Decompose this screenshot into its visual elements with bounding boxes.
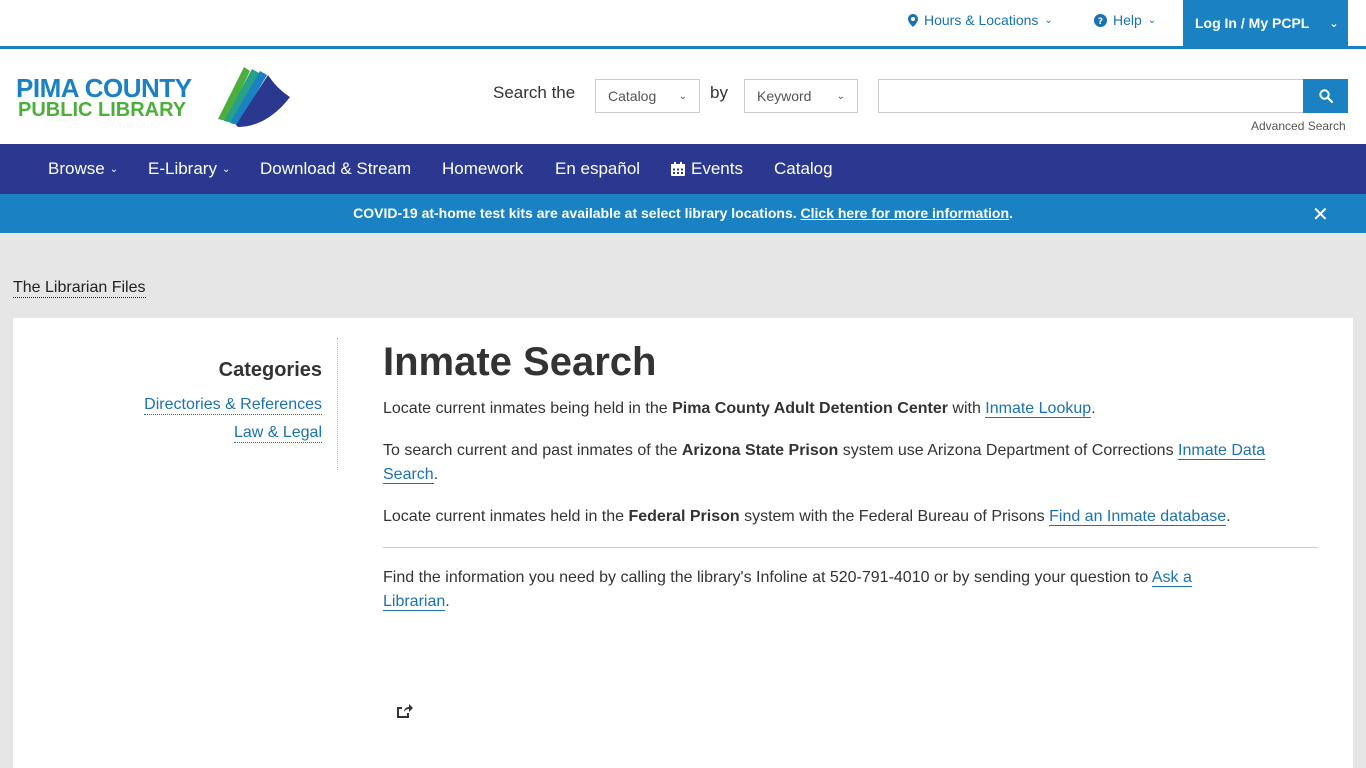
nav-download-label: Download & Stream <box>260 159 412 178</box>
ask-librarian-link-cont[interactable]: Librarian <box>383 593 446 611</box>
paragraph-detention-center: Locate current inmates being held in the… <box>383 397 1318 421</box>
alert-text-end: . <box>1009 205 1013 221</box>
search-type-value: Keyword <box>757 88 812 104</box>
chevron-down-icon: ⌄ <box>836 90 845 102</box>
text: system use Arizona Department of Correct… <box>838 442 1179 459</box>
login-label: Log In / My PCPL <box>1195 15 1310 31</box>
nav-catalog-label: Catalog <box>774 159 833 178</box>
hours-locations-link[interactable]: Hours & Locations ⌄ <box>908 12 1053 28</box>
bold-text: Pima County Adult Detention Center <box>672 400 948 417</box>
help-label: Help <box>1113 12 1142 28</box>
divider <box>383 547 1318 548</box>
text: . <box>433 466 439 483</box>
category-law-legal-link[interactable]: Law & Legal <box>233 423 322 443</box>
bold-text: Arizona State Prison <box>681 442 839 459</box>
paragraph-federal-prison: Locate current inmates held in the Feder… <box>383 505 1318 529</box>
ask-librarian-link[interactable]: Ask a <box>1151 569 1192 587</box>
nav-espanol-label: En español <box>555 159 641 178</box>
inmate-data-search-link[interactable]: Inmate Data <box>1178 442 1266 460</box>
paragraph-state-prison: To search current and past inmates of th… <box>383 439 1318 487</box>
svg-text:?: ? <box>1098 17 1103 27</box>
map-marker-icon <box>908 13 918 27</box>
chevron-down-icon: ⌄ <box>1147 14 1157 26</box>
bold-text: Federal Prison <box>628 508 740 525</box>
search-icon <box>1318 89 1333 103</box>
text: . <box>1226 508 1231 525</box>
text: system with the Federal Bureau of Prison… <box>739 508 1050 525</box>
text: with <box>947 400 986 417</box>
nav-catalog[interactable]: Catalog <box>774 159 833 179</box>
logo-text-line2: PUBLIC LIBRARY <box>18 99 187 121</box>
nav-espanol[interactable]: En español <box>555 159 640 179</box>
share-icon[interactable] <box>395 702 413 720</box>
nav-events-label: Events <box>691 159 743 178</box>
text: . <box>1091 400 1096 417</box>
help-link[interactable]: ? Help ⌄ <box>1094 12 1156 28</box>
inmate-data-search-link-cont[interactable]: Search <box>383 466 434 484</box>
nav-browse[interactable]: Browse ⌄ <box>48 159 118 179</box>
close-icon[interactable]: ✕ <box>1312 202 1329 227</box>
search-input[interactable] <box>878 79 1304 113</box>
inmate-lookup-link[interactable]: Inmate Lookup <box>985 400 1092 418</box>
search-scope-value: Catalog <box>608 88 657 104</box>
find-inmate-database-link[interactable]: Find an Inmate database <box>1049 508 1227 526</box>
nav-elibrary-label: E-Library <box>148 159 217 178</box>
question-circle-icon: ? <box>1094 13 1107 27</box>
nav-homework-label: Homework <box>442 159 524 178</box>
chevron-down-icon: ⌄ <box>1044 14 1053 26</box>
breadcrumb-librarian-files[interactable]: The Librarian Files <box>13 278 146 298</box>
nav-download-stream[interactable]: Download & Stream <box>260 159 411 179</box>
text: Locate current inmates held in the <box>383 508 629 525</box>
site-logo[interactable]: PIMA COUNTY PUBLIC LIBRARY <box>16 65 296 129</box>
page-title: Inmate Search <box>383 340 657 384</box>
nav-elibrary[interactable]: E-Library ⌄ <box>148 159 230 179</box>
chevron-down-icon: ⌄ <box>221 163 231 175</box>
main-navigation: Browse ⌄ E-Library ⌄ Download & Stream H… <box>0 144 1366 194</box>
site-header: PIMA COUNTY PUBLIC LIBRARY Search the Ca… <box>0 49 1366 144</box>
utility-bar: Hours & Locations ⌄ ? Help ⌄ Log In / My… <box>0 0 1366 46</box>
chevron-down-icon: ⌄ <box>678 90 687 102</box>
categories-title: Categories <box>218 359 322 381</box>
hours-locations-label: Hours & Locations <box>924 12 1039 28</box>
text: Find the information you need by calling… <box>383 569 1152 586</box>
search-scope-select[interactable]: Catalog ⌄ <box>595 79 700 113</box>
nav-events[interactable]: Events <box>670 159 743 179</box>
search-type-select[interactable]: Keyword ⌄ <box>744 79 858 113</box>
alert-message: COVID-19 at-home test kits are available… <box>50 205 1316 221</box>
calendar-icon <box>671 162 685 176</box>
nav-browse-label: Browse <box>48 159 105 178</box>
nav-homework[interactable]: Homework <box>442 159 523 179</box>
advanced-search-link[interactable]: Advanced Search <box>1251 119 1346 133</box>
category-directories-link[interactable]: Directories & References <box>144 395 322 415</box>
search-by-label: by <box>710 83 728 102</box>
content-card: Categories Directories & References Law … <box>13 318 1353 768</box>
alert-text: COVID-19 at-home test kits are available… <box>353 205 801 221</box>
alert-banner: COVID-19 at-home test kits are available… <box>0 194 1366 233</box>
paragraph-infoline: Find the information you need by calling… <box>383 566 1318 614</box>
alert-more-info-link[interactable]: Click here for more information <box>801 205 1009 221</box>
text: . <box>445 593 450 610</box>
text: To search current and past inmates of th… <box>383 442 682 459</box>
search-the-label: Search the <box>493 83 576 102</box>
chevron-down-icon: ⌄ <box>109 163 119 175</box>
categories-sidebar: Categories Directories & References Law … <box>13 338 338 470</box>
login-button[interactable]: Log In / My PCPL ⌄ <box>1183 0 1348 46</box>
text: Locate current inmates being held in the <box>383 400 673 417</box>
search-button[interactable] <box>1303 79 1348 113</box>
chevron-down-icon: ⌄ <box>1329 17 1339 30</box>
book-pages-logo-icon <box>218 67 290 127</box>
